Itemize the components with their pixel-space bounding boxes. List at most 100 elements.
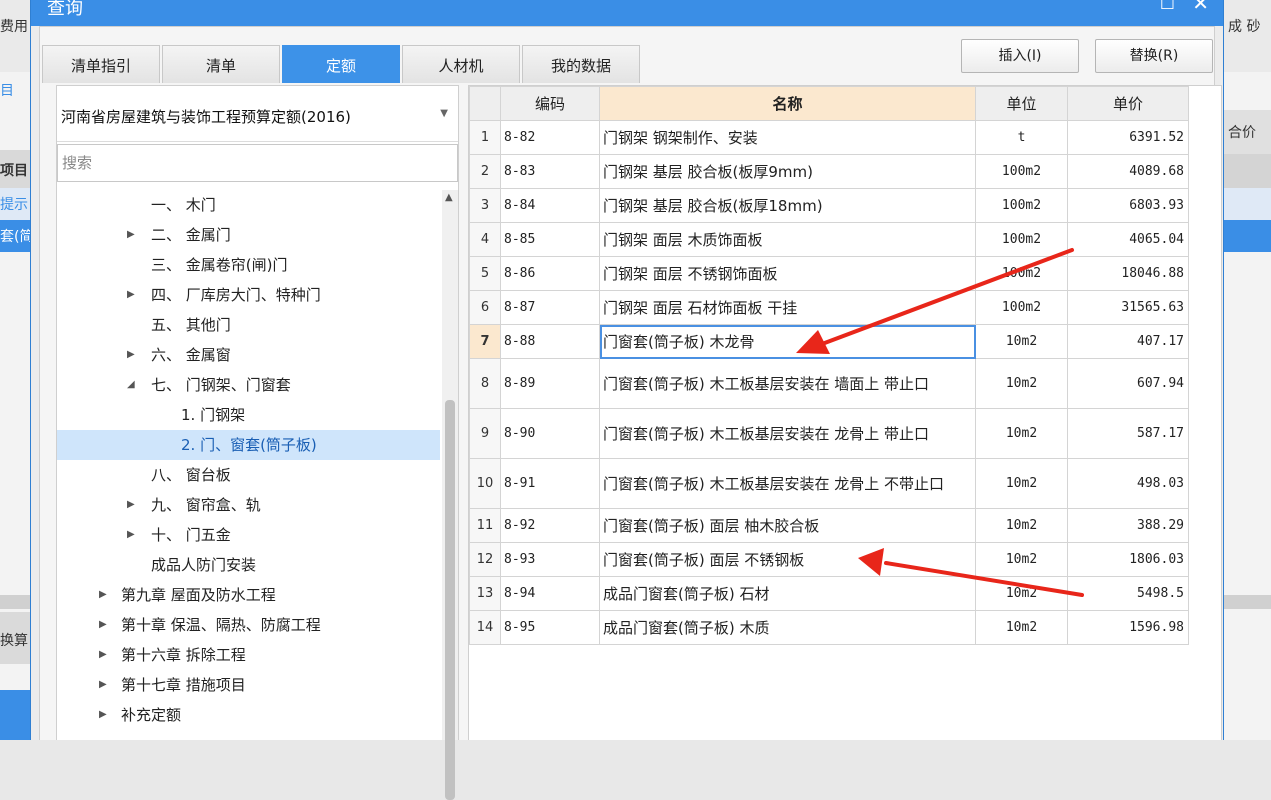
column-header-code[interactable]: 编码 [500, 86, 600, 121]
tree-item[interactable]: ▶ 补充定额 [57, 700, 440, 730]
column-header-unit[interactable]: 单位 [975, 86, 1068, 121]
cell-name[interactable]: 门钢架 基层 胶合板(板厚18mm) [599, 188, 976, 223]
column-header-name[interactable]: 名称 [599, 86, 976, 121]
replace-button[interactable]: 替换(R) [1095, 39, 1213, 73]
cell-unit[interactable]: 10m2 [975, 358, 1068, 409]
cell-unit[interactable]: 10m2 [975, 542, 1068, 577]
dialog-titlebar[interactable]: 查询 □ ✕ [31, 0, 1223, 26]
search-box[interactable] [57, 144, 458, 182]
scrollbar-thumb[interactable] [445, 400, 455, 800]
table-row-current[interactable]: 7 8-88 门窗套(筒子板) 木龙骨 10m2 407.17 [469, 324, 1189, 359]
tree-item-selected[interactable]: 2. 门、窗套(筒子板) [57, 430, 440, 460]
cell-code[interactable]: 8-90 [500, 408, 600, 459]
table-row[interactable]: 3 8-84 门钢架 基层 胶合板(板厚18mm) 100m2 6803.93 [469, 188, 1189, 223]
cell-unit[interactable]: 100m2 [975, 222, 1068, 257]
table-row[interactable]: 10 8-91 门窗套(筒子板) 木工板基层安装在 龙骨上 不带止口 10m2 498.… [469, 458, 1189, 509]
expand-arrow-icon[interactable]: ▶ [127, 220, 135, 250]
expand-arrow-icon[interactable]: ▶ [99, 610, 107, 640]
cell-code[interactable]: 8-83 [500, 154, 600, 189]
expand-arrow-icon[interactable]: ▶ [99, 670, 107, 700]
cell-name[interactable]: 门钢架 钢架制作、安装 [599, 120, 976, 155]
cell-price[interactable]: 5498.5 [1067, 576, 1189, 611]
tab-quota[interactable]: 定额 [282, 45, 400, 83]
cell-code[interactable]: 8-93 [500, 542, 600, 577]
cell-code[interactable]: 8-92 [500, 508, 600, 543]
cell-name[interactable]: 成品门窗套(筒子板) 木质 [599, 610, 976, 645]
tab-labor-material-machine[interactable]: 人材机 [402, 45, 520, 83]
cell-code[interactable]: 8-87 [500, 290, 600, 325]
tree-item[interactable]: 八、 窗台板 [57, 460, 440, 490]
cell-price[interactable]: 6391.52 [1067, 120, 1189, 155]
cell-price[interactable]: 498.03 [1067, 458, 1189, 509]
tree-scrollbar[interactable]: ▲ [442, 190, 458, 800]
cell-name[interactable]: 门窗套(筒子板) 木工板基层安装在 龙骨上 不带止口 [599, 458, 976, 509]
cell-unit[interactable]: 100m2 [975, 188, 1068, 223]
cell-unit[interactable]: t [975, 120, 1068, 155]
cell-unit[interactable]: 10m2 [975, 576, 1068, 611]
cell-price[interactable]: 407.17 [1067, 324, 1189, 359]
cell-unit[interactable]: 100m2 [975, 256, 1068, 291]
cell-name[interactable]: 门钢架 面层 木质饰面板 [599, 222, 976, 257]
cell-price[interactable]: 1806.03 [1067, 542, 1189, 577]
expand-arrow-icon[interactable]: ▶ [127, 280, 135, 310]
cell-code[interactable]: 8-91 [500, 458, 600, 509]
cell-unit[interactable]: 10m2 [975, 458, 1068, 509]
tree-item[interactable]: ▶ 第九章 屋面及防水工程 [57, 580, 440, 610]
tree-item[interactable]: ▶ 六、 金属窗 [57, 340, 440, 370]
table-row[interactable]: 14 8-95 成品门窗套(筒子板) 木质 10m2 1596.98 [469, 610, 1189, 645]
cell-name[interactable]: 门钢架 面层 石材饰面板 干挂 [599, 290, 976, 325]
tree-item[interactable]: 成品人防门安装 [57, 550, 440, 580]
cell-unit[interactable]: 10m2 [975, 610, 1068, 645]
cell-name[interactable]: 门窗套(筒子板) 木工板基层安装在 龙骨上 带止口 [599, 408, 976, 459]
tree-item[interactable]: ▶ 第十七章 措施项目 [57, 670, 440, 700]
cell-unit[interactable]: 100m2 [975, 154, 1068, 189]
table-row[interactable]: 9 8-90 门窗套(筒子板) 木工板基层安装在 龙骨上 带止口 10m2 587.17 [469, 408, 1189, 459]
cell-code[interactable]: 8-89 [500, 358, 600, 409]
cell-price[interactable]: 6803.93 [1067, 188, 1189, 223]
cell-price[interactable]: 4065.04 [1067, 222, 1189, 257]
cell-name[interactable]: 门窗套(筒子板) 木工板基层安装在 墙面上 带止口 [599, 358, 976, 409]
cell-code[interactable]: 8-95 [500, 610, 600, 645]
search-input[interactable] [58, 145, 444, 181]
expand-arrow-icon[interactable]: ▶ [99, 640, 107, 670]
tree-item[interactable]: 一、 木门 [57, 190, 440, 220]
column-header-price[interactable]: 单价 [1067, 86, 1189, 121]
cell-code[interactable]: 8-88 [500, 324, 600, 359]
table-row[interactable]: 8 8-89 门窗套(筒子板) 木工板基层安装在 墙面上 带止口 10m2 607.94 [469, 358, 1189, 409]
cell-price[interactable]: 607.94 [1067, 358, 1189, 409]
cell-name[interactable]: 门钢架 面层 不锈钢饰面板 [599, 256, 976, 291]
insert-button[interactable]: 插入(I) [961, 39, 1079, 73]
close-icon[interactable]: ✕ [1192, 0, 1209, 15]
tree-item[interactable]: 五、 其他门 [57, 310, 440, 340]
table-row[interactable]: 5 8-86 门钢架 面层 不锈钢饰面板 100m2 18046.88 [469, 256, 1189, 291]
cell-unit[interactable]: 10m2 [975, 508, 1068, 543]
tree-item[interactable]: 三、 金属卷帘(闸)门 [57, 250, 440, 280]
cell-name[interactable]: 成品门窗套(筒子板) 石材 [599, 576, 976, 611]
table-row[interactable]: 4 8-85 门钢架 面层 木质饰面板 100m2 4065.04 [469, 222, 1189, 257]
tree-item[interactable]: ▶ 二、 金属门 [57, 220, 440, 250]
tab-bill[interactable]: 清单 [162, 45, 280, 83]
tree-item[interactable]: ▶ 十、 门五金 [57, 520, 440, 550]
tab-my-data[interactable]: 我的数据 [522, 45, 640, 83]
tab-bill-guide[interactable]: 清单指引 [42, 45, 160, 83]
expand-arrow-icon[interactable]: ▶ [99, 700, 107, 730]
restore-icon[interactable]: □ [1160, 0, 1175, 11]
cell-name[interactable]: 门窗套(筒子板) 面层 柚木胶合板 [599, 508, 976, 543]
expand-arrow-icon[interactable]: ▶ [127, 340, 135, 370]
collapse-arrow-icon[interactable]: ◢ [127, 370, 135, 400]
cell-name[interactable]: 门钢架 基层 胶合板(板厚9mm) [599, 154, 976, 189]
cell-unit[interactable]: 10m2 [975, 408, 1068, 459]
cell-code[interactable]: 8-94 [500, 576, 600, 611]
table-row[interactable]: 11 8-92 门窗套(筒子板) 面层 柚木胶合板 10m2 388.29 [469, 508, 1189, 543]
cell-code[interactable]: 8-82 [500, 120, 600, 155]
cell-name[interactable]: 门窗套(筒子板) 面层 不锈钢板 [599, 542, 976, 577]
table-row[interactable]: 2 8-83 门钢架 基层 胶合板(板厚9mm) 100m2 4089.68 [469, 154, 1189, 189]
cell-price[interactable]: 388.29 [1067, 508, 1189, 543]
cell-price[interactable]: 4089.68 [1067, 154, 1189, 189]
tree-item[interactable]: ▶ 九、 窗帘盒、轨 [57, 490, 440, 520]
cell-code[interactable]: 8-86 [500, 256, 600, 291]
cell-code[interactable]: 8-85 [500, 222, 600, 257]
table-row[interactable]: 6 8-87 门钢架 面层 石材饰面板 干挂 100m2 31565.63 [469, 290, 1189, 325]
cell-price[interactable]: 1596.98 [1067, 610, 1189, 645]
expand-arrow-icon[interactable]: ▶ [99, 580, 107, 610]
